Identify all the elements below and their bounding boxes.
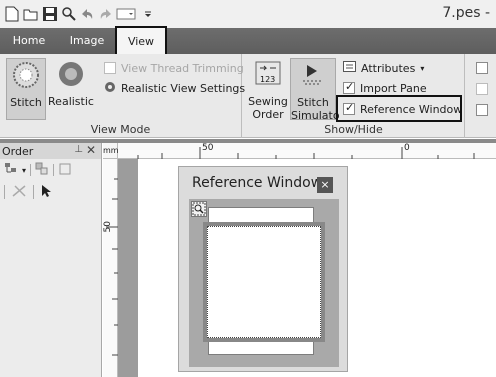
stitch-simulator-label-2: Simulato bbox=[291, 109, 340, 122]
import-pane-label: Import Pane bbox=[360, 81, 427, 95]
open-folder-icon[interactable] bbox=[23, 6, 39, 22]
order-pane: Order ⊥ ✕ ▾ bbox=[0, 143, 102, 377]
toolbar-separator bbox=[33, 185, 34, 199]
show-hide-group: 123 Sewing Order Stitch Simulato Attribu… bbox=[243, 54, 465, 138]
stitch-view-label: Stitch bbox=[10, 96, 42, 109]
undo-icon[interactable] bbox=[79, 6, 95, 22]
zoom-fit-icon[interactable] bbox=[191, 201, 207, 217]
toolbar-separator bbox=[30, 164, 32, 176]
sewing-order-icon: 123 bbox=[247, 58, 289, 93]
reference-window-highlight bbox=[336, 95, 462, 122]
horizontal-ruler: 50 0 bbox=[118, 143, 496, 159]
display-dropdown-icon[interactable] bbox=[116, 6, 136, 22]
h-ruler-label-50: 50 bbox=[202, 143, 214, 153]
close-icon[interactable]: ✕ bbox=[86, 143, 96, 157]
next-group-partial bbox=[466, 54, 496, 138]
import-pane-checkbox[interactable] bbox=[343, 80, 355, 94]
partial-checkbox-2[interactable] bbox=[476, 83, 488, 95]
sewing-order-label-1: Sewing bbox=[248, 95, 288, 108]
stitch-simulator-button[interactable]: Stitch Simulato bbox=[290, 58, 340, 122]
svg-text:123: 123 bbox=[260, 75, 275, 84]
realistic-view-settings-label: Realistic View Settings bbox=[121, 81, 246, 95]
realistic-view-button[interactable]: Realistic bbox=[48, 58, 94, 120]
order-pane-toolbar: ▾ bbox=[0, 159, 101, 181]
customize-toolbar-icon[interactable] bbox=[144, 6, 152, 22]
document-title: 7.pes - bbox=[442, 5, 490, 21]
order-pane-title: Order bbox=[2, 144, 34, 158]
stitch-simulator-icon bbox=[291, 59, 335, 94]
sewing-order-button[interactable]: 123 Sewing Order bbox=[247, 58, 289, 121]
new-file-icon[interactable] bbox=[5, 6, 21, 22]
order-pane-toolbar-2 bbox=[0, 181, 101, 203]
reference-window-preview[interactable] bbox=[189, 199, 339, 367]
realistic-view-settings-button[interactable]: Realistic View Settings bbox=[104, 79, 245, 97]
view-thread-trimming-checkbox[interactable] bbox=[104, 62, 116, 74]
v-ruler-label-50: 50 bbox=[103, 221, 113, 233]
view-thread-trimming-label: View Thread Trimming bbox=[121, 61, 244, 75]
settings-icon bbox=[104, 81, 116, 96]
view-thread-trimming-option[interactable]: View Thread Trimming bbox=[104, 59, 244, 77]
pin-icon[interactable]: ⊥ bbox=[74, 144, 83, 155]
view-mode-group: Stitch Realistic View Thread Trimming Re… bbox=[0, 54, 245, 138]
stitch-view-icon bbox=[7, 59, 45, 94]
attributes-label: Attributes bbox=[361, 61, 416, 75]
cut-icon[interactable] bbox=[11, 184, 27, 201]
attributes-dropdown[interactable]: Attributes ▾ bbox=[343, 59, 424, 77]
reference-frame-dotted bbox=[207, 226, 321, 338]
show-hide-group-label: Show/Hide bbox=[324, 123, 383, 136]
ribbon-tab-bar: Home Image View bbox=[0, 26, 496, 56]
stitch-simulator-label-1: Stitch bbox=[297, 96, 329, 109]
tab-home[interactable]: Home bbox=[6, 28, 52, 54]
sort-icon[interactable] bbox=[4, 162, 18, 179]
print-preview-icon[interactable] bbox=[61, 6, 77, 22]
view-mode-group-label: View Mode bbox=[90, 123, 151, 136]
chevron-down-icon: ▾ bbox=[420, 63, 425, 73]
vertical-ruler: 50 bbox=[103, 159, 118, 377]
frame-icon[interactable] bbox=[58, 162, 72, 179]
reference-window-close-button[interactable]: × bbox=[317, 177, 333, 193]
sewing-order-label-2: Order bbox=[252, 108, 284, 121]
partial-checkbox-3[interactable] bbox=[476, 104, 488, 116]
group-icon[interactable] bbox=[35, 162, 49, 179]
ruler-unit: mm bbox=[103, 143, 119, 159]
reference-window[interactable]: Reference Window × bbox=[178, 166, 348, 372]
chevron-down-icon[interactable]: ▾ bbox=[22, 166, 26, 175]
attributes-icon bbox=[343, 61, 356, 75]
save-icon[interactable] bbox=[42, 6, 58, 22]
stitch-view-button[interactable]: Stitch bbox=[6, 58, 46, 120]
h-ruler-label-0: 0 bbox=[404, 143, 410, 153]
order-pane-header: Order ⊥ ✕ bbox=[0, 143, 101, 159]
toolbar-separator bbox=[4, 185, 5, 199]
canvas-margin bbox=[118, 159, 138, 377]
tab-view[interactable]: View bbox=[115, 26, 167, 56]
ribbon: Stitch Realistic View Thread Trimming Re… bbox=[0, 54, 496, 138]
title-bar: 7.pes - bbox=[0, 0, 496, 28]
select-arrow-icon[interactable] bbox=[40, 184, 52, 201]
realistic-view-icon bbox=[48, 58, 94, 93]
reference-hoop-frame[interactable] bbox=[203, 222, 325, 342]
reference-window-title: Reference Window bbox=[192, 175, 323, 191]
partial-checkbox-1[interactable] bbox=[476, 62, 488, 74]
redo-icon[interactable] bbox=[98, 6, 114, 22]
realistic-view-label: Realistic bbox=[48, 95, 94, 108]
toolbar-separator bbox=[53, 164, 55, 176]
tab-image[interactable]: Image bbox=[62, 28, 112, 54]
